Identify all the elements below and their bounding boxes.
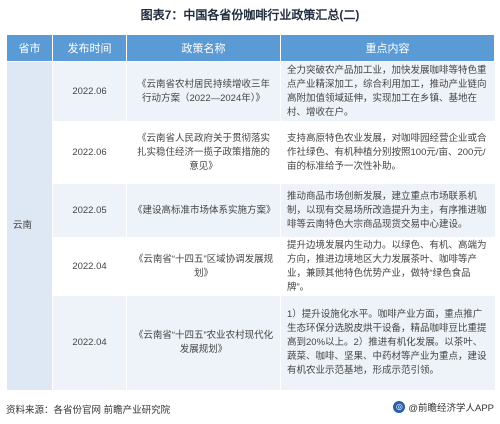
table-row: 2022.05 《建设高标准市场体系实施方案》 推动商品市场创新发展，建立重点市…: [7, 183, 495, 238]
table-row: 2022.04 《云南省“十四五”农业农村现代化发展规划》 1）提升设施化水平。…: [7, 295, 495, 390]
policy-name-cell: 《云南省农村居民持续增收三年行动方案（2022—2024年）》: [126, 61, 281, 122]
table-row: 云南 2022.06 《云南省农村居民持续增收三年行动方案（2022—2024年…: [6, 61, 495, 390]
figure-title: 图表7：中国各省份咖啡行业政策汇总(二): [140, 8, 360, 22]
header-policy-name: 政策名称: [126, 34, 281, 62]
policy-name-cell: 《云南省人民政府关于贯彻落实扎实稳住经济一揽子政策措施的意见》: [126, 121, 281, 184]
policy-name-cell: 《云南省“十四五”区域协调发展规划》: [126, 237, 281, 296]
header-key-points: 重点内容: [280, 34, 495, 62]
policy-table: 省市 发布时间 政策名称 重点内容 云南 2022.06 《云南省农村居民持续增…: [6, 34, 495, 390]
header-province: 省市: [6, 34, 53, 62]
table-row: 2022.06 《云南省人民政府关于贯彻落实扎实稳住经济一揽子政策措施的意见》 …: [7, 121, 495, 184]
date-cell: 2022.06: [52, 61, 127, 122]
date-cell: 2022.04: [52, 295, 127, 390]
date-cell: 2022.05: [52, 183, 127, 238]
key-points-cell: 提升边境发展内生动力。以绿色、有机、高端为方向，推进边境地区大力发展茶叶、咖啡等…: [280, 237, 495, 296]
policy-name-cell: 《建设高标准市场体系实施方案》: [126, 183, 281, 238]
key-points-cell: 全力突破农产品加工业，加快发展咖啡等特色重点产业精深加工，综合利用加工，推动产业…: [280, 61, 495, 122]
table-header-row: 省市 发布时间 政策名称 重点内容: [6, 34, 495, 62]
brand-credit: ◎ @前瞻经济学人APP: [393, 400, 494, 414]
brand-logo-icon: ◎: [393, 401, 406, 413]
key-points-cell: 1）提升设施化水平。咖啡产业方面，重点推广生态环保分选脱皮烘干设备，精品咖啡豆比…: [280, 295, 495, 390]
brand-label: @前瞻经济学人APP: [408, 403, 494, 414]
policy-name-cell: 《云南省“十四五”农业农村现代化发展规划》: [126, 295, 281, 390]
key-points-cell: 推动商品市场创新发展，建立重点市场联系机制，以现有交易场所改造提升为主，有序推进…: [280, 183, 495, 238]
source-note: 资料来源：各省份官网 前瞻产业研究院: [6, 405, 171, 416]
province-cell: 云南: [6, 61, 53, 390]
date-cell: 2022.04: [52, 237, 127, 296]
header-date: 发布时间: [52, 34, 127, 62]
date-cell: 2022.06: [52, 121, 127, 184]
key-points-cell: 支持高原特色农业发展，对咖啡园经营企业或合作社绿色、有机种植分别按照100元/亩…: [280, 121, 495, 184]
table-row: 2022.04 《云南省“十四五”区域协调发展规划》 提升边境发展内生动力。以绿…: [7, 237, 495, 296]
